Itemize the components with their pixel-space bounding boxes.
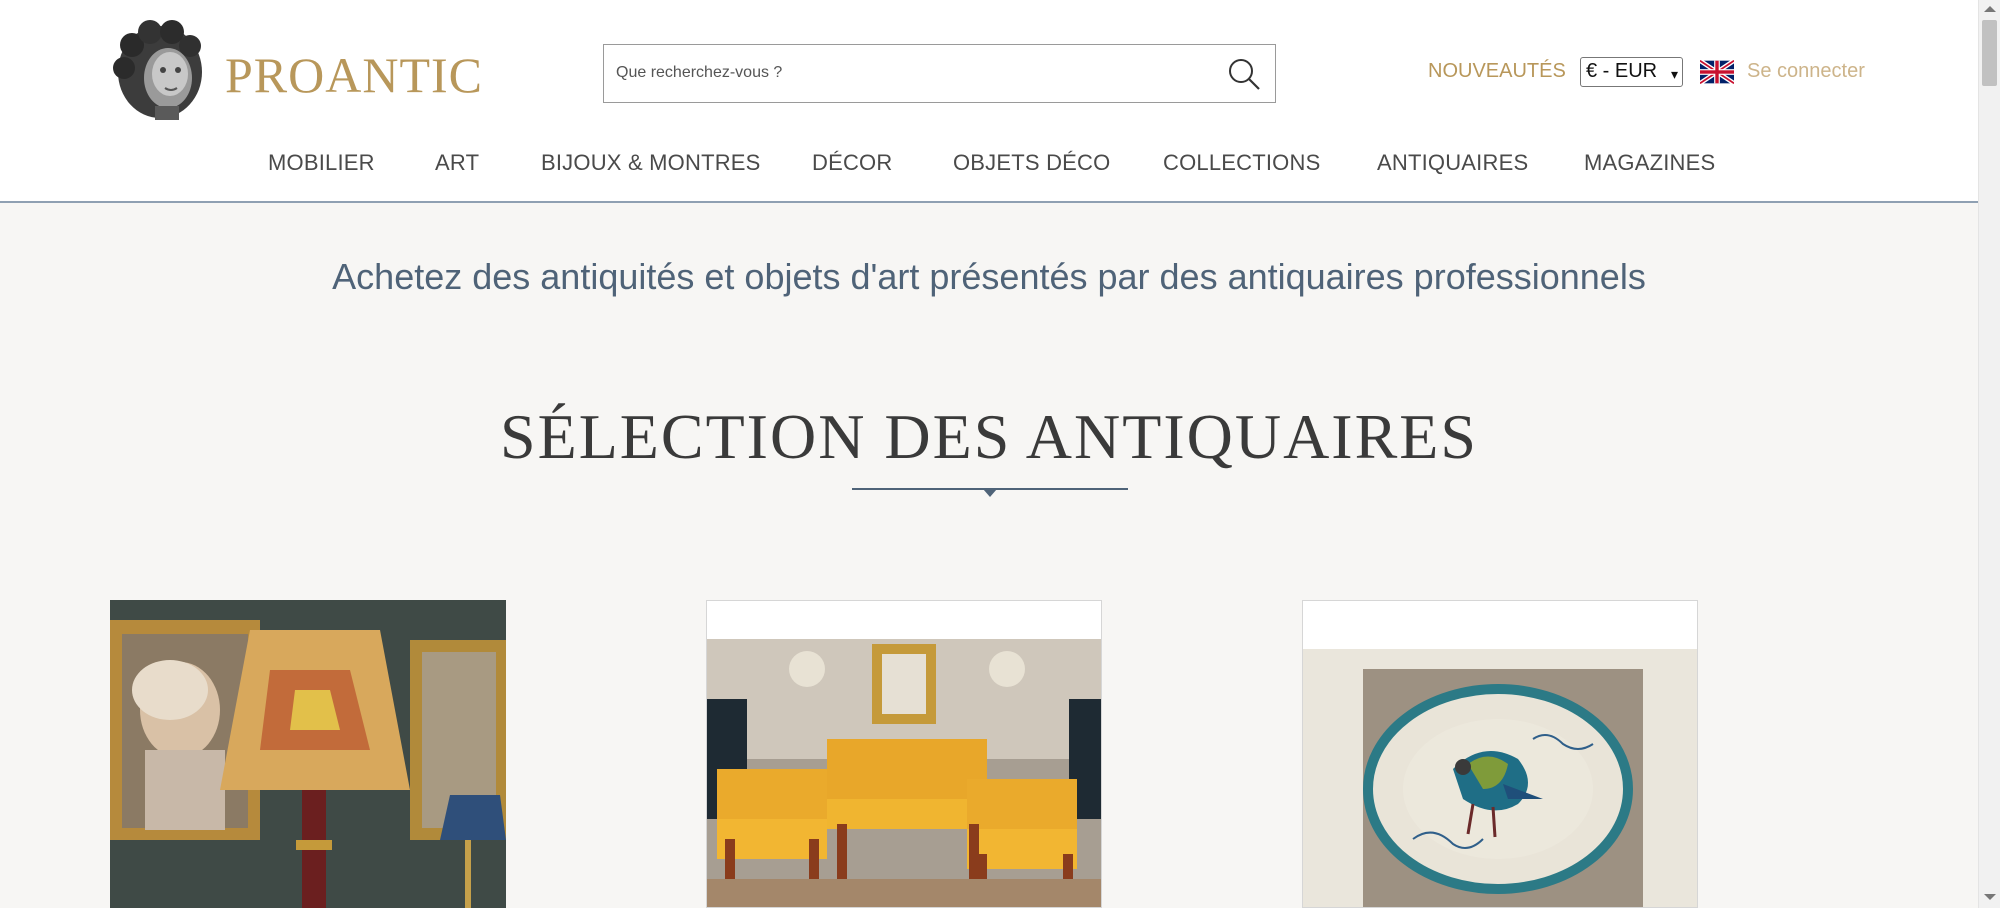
search-box xyxy=(603,44,1276,103)
divider-arrow xyxy=(983,489,997,497)
section-title: SÉLECTION DES ANTIQUAIRES xyxy=(500,401,1478,472)
currency-value: € - EUR xyxy=(1586,60,1658,82)
chevron-down-icon: ▾ xyxy=(1670,66,1678,82)
scroll-up-icon[interactable] xyxy=(1984,6,1996,12)
signin-link[interactable]: Se connecter xyxy=(1747,60,1865,83)
page-scrollbar[interactable] xyxy=(1978,0,2000,908)
brand-name[interactable]: PROANTIC xyxy=(225,46,483,104)
site-header: PROANTIC NOUVEAUTÉS € - EUR ▾ Se connect… xyxy=(0,0,1978,203)
nav-item-art[interactable]: ART xyxy=(435,150,479,176)
nav-item-decor[interactable]: DÉCOR xyxy=(812,150,892,176)
search-input[interactable] xyxy=(616,45,1196,101)
product-image[interactable] xyxy=(1303,649,1698,908)
nav-item-objets-deco[interactable]: OBJETS DÉCO xyxy=(953,150,1110,176)
nav-item-antiquaires[interactable]: ANTIQUAIRES xyxy=(1377,150,1528,176)
uk-flag-icon[interactable] xyxy=(1700,60,1734,84)
scroll-down-icon[interactable] xyxy=(1984,894,1996,900)
product-image[interactable] xyxy=(707,639,1102,908)
tagline: Achetez des antiquités et objets d'art p… xyxy=(332,256,1646,297)
currency-select[interactable]: € - EUR ▾ xyxy=(1580,57,1683,87)
bust-logo-icon xyxy=(113,20,202,120)
search-icon[interactable] xyxy=(1227,57,1261,91)
nav-item-magazines[interactable]: MAGAZINES xyxy=(1584,150,1715,176)
nouveautes-link[interactable]: NOUVEAUTÉS xyxy=(1428,60,1566,83)
product-card[interactable] xyxy=(706,600,1102,908)
nav-item-mobilier[interactable]: MOBILIER xyxy=(268,150,375,176)
product-card[interactable] xyxy=(1302,600,1698,908)
nav-item-bijoux-montres[interactable]: BIJOUX & MONTRES xyxy=(541,150,761,176)
product-card[interactable] xyxy=(110,600,506,908)
scroll-thumb[interactable] xyxy=(1982,20,1997,86)
logo[interactable]: PROANTIC xyxy=(110,20,482,122)
nav-item-collections[interactable]: COLLECTIONS xyxy=(1163,150,1320,176)
product-image[interactable] xyxy=(110,600,506,908)
main-nav: MOBILIER ART BIJOUX & MONTRES DÉCOR OBJE… xyxy=(0,150,1978,180)
